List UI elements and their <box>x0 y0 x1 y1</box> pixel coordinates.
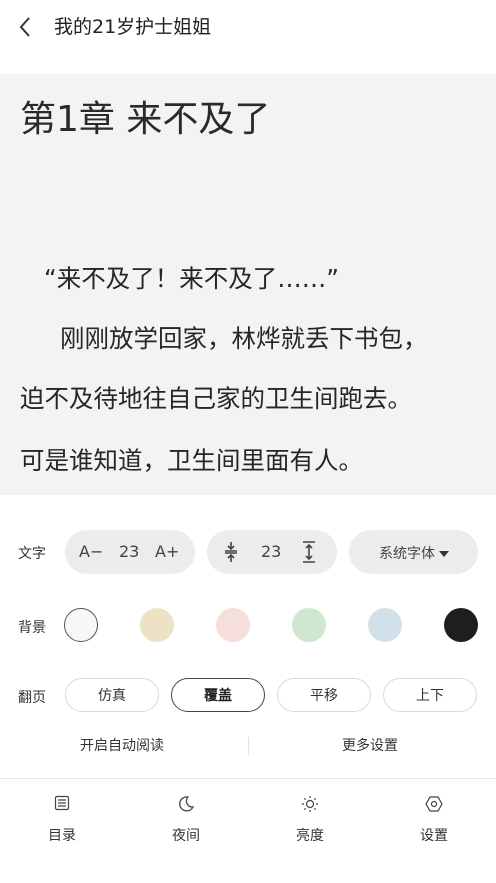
font-size-value: 23 <box>119 542 140 561</box>
paragraph-line: 刚刚放学回家，林烨就丢下书包， <box>60 324 428 353</box>
line-spacing-value: 23 <box>261 542 282 561</box>
moon-icon <box>146 795 226 817</box>
divider <box>248 737 249 755</box>
bg-color-beige[interactable] <box>140 608 174 642</box>
nav-label: 夜间 <box>172 828 200 844</box>
bottom-nav: 目录 夜间 亮度 设置 <box>0 778 496 883</box>
nav-item-catalog[interactable]: 目录 <box>22 795 102 845</box>
page-turn-cover[interactable]: 覆盖 <box>171 678 265 712</box>
page-turn-slide[interactable]: 平移 <box>277 678 371 712</box>
bg-color-blue[interactable] <box>368 608 402 642</box>
nav-label: 设置 <box>420 828 448 844</box>
font-family-value: 系统字体 <box>379 546 435 562</box>
bg-color-green[interactable] <box>292 608 326 642</box>
bg-color-pink[interactable] <box>216 608 250 642</box>
reading-area[interactable]: 第1章 来不及了 “来不及了！来不及了……” 刚刚放学回家，林烨就丢下书包， 迫… <box>0 74 496 495</box>
nav-item-night[interactable]: 夜间 <box>146 795 226 845</box>
nav-item-brightness[interactable]: 亮度 <box>270 795 350 845</box>
font-increase-button[interactable]: A+ <box>155 542 179 561</box>
book-title: 我的21岁护士姐姐 <box>54 16 212 38</box>
chapter-title: 第1章 来不及了 <box>20 99 271 140</box>
font-size-control: A− 23 A+ <box>65 530 195 574</box>
list-icon <box>22 795 102 817</box>
line-spacing-control: 23 <box>207 530 337 574</box>
sun-icon <box>270 795 350 817</box>
chevron-left-icon[interactable] <box>18 12 44 42</box>
page-turn-vertical[interactable]: 上下 <box>383 678 477 712</box>
settings-icon <box>394 795 474 817</box>
paragraph-line: 迫不及待地往自己家的卫生间跑去。 <box>20 384 412 413</box>
line-spacing-decrease-icon[interactable] <box>223 540 239 568</box>
more-settings-button[interactable]: 更多设置 <box>342 735 398 755</box>
nav-label: 目录 <box>48 828 76 844</box>
nav-item-settings[interactable]: 设置 <box>394 795 474 845</box>
font-decrease-button[interactable]: A− <box>79 542 103 561</box>
top-bar: 我的21岁护士姐姐 <box>0 0 496 74</box>
line-spacing-increase-icon[interactable] <box>301 540 317 568</box>
bg-color-white[interactable] <box>64 608 98 642</box>
page-turn-simulate[interactable]: 仿真 <box>65 678 159 712</box>
bg-color-black[interactable] <box>444 608 478 642</box>
settings-panel: 文字 A− 23 A+ 23 系统字体 背景 翻页 仿真 覆盖 平移 上下 开启… <box>0 495 496 778</box>
paragraph-line: “来不及了！来不及了……” <box>44 264 339 293</box>
background-label: 背景 <box>18 620 46 636</box>
font-family-select[interactable]: 系统字体 <box>349 530 478 574</box>
text-label: 文字 <box>18 546 46 562</box>
paragraph-line: 可是谁知道，卫生间里面有人。 <box>20 446 363 475</box>
page-turn-label: 翻页 <box>18 690 46 706</box>
caret-down-icon <box>438 544 450 563</box>
nav-label: 亮度 <box>296 828 324 844</box>
auto-read-button[interactable]: 开启自动阅读 <box>80 735 164 755</box>
